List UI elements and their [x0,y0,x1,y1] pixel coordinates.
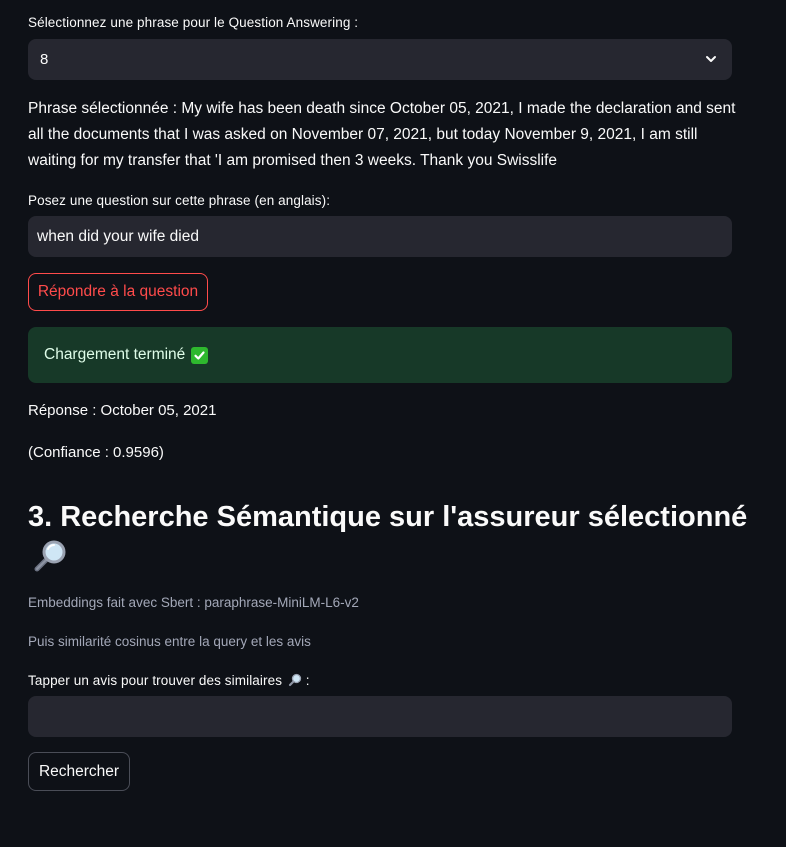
method-caption: Puis similarité cosinus entre la query e… [28,634,311,649]
loading-status-text: Chargement terminé [44,346,186,363]
magnifying-glass-icon [34,540,66,572]
search-button[interactable]: Rechercher [28,752,130,791]
sentence-select-value: 8 [40,51,49,68]
answer-text: Réponse : October 05, 2021 [28,402,217,419]
answer-question-button[interactable]: Répondre à la question [28,273,208,311]
section-heading: 3. Recherche Sémantique sur l'assureur s… [28,501,748,533]
selected-sentence-text: Phrase sélectionnée : My wife has been d… [28,100,736,169]
magnifying-glass-icon [288,673,302,687]
loading-complete-alert: Chargement terminé [28,327,732,383]
sentence-select[interactable]: 8 [28,39,732,80]
select-sentence-label: Sélectionnez une phrase pour le Question… [28,15,359,30]
app-main: Sélectionnez une phrase pour le Question… [0,0,786,847]
review-search-input[interactable] [28,696,732,737]
search-input-label-text: Tapper un avis pour trouver des similair… [28,673,283,688]
confidence-text: (Confiance : 0.9596) [28,444,164,461]
search-input-label: Tapper un avis pour trouver des similair… [28,673,310,688]
check-mark-icon [191,346,209,364]
chevron-down-icon [706,56,716,62]
model-caption: Embeddings fait avec Sbert : paraphrase-… [28,595,359,610]
question-label: Posez une question sur cette phrase (en … [28,193,331,208]
search-input-label-suffix: : [305,673,310,688]
question-input[interactable] [28,216,732,257]
